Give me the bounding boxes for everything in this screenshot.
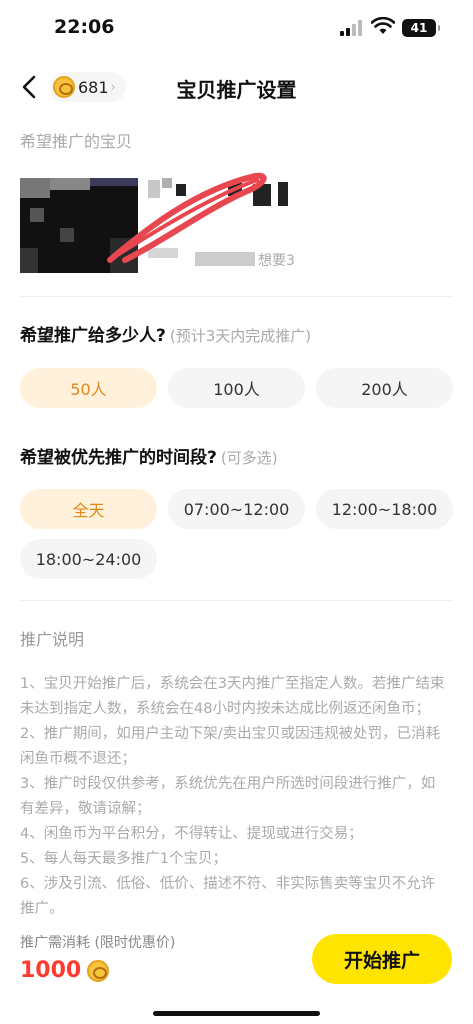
status-bar: 22:06 41 xyxy=(0,0,473,58)
people-option-100[interactable]: 100人 xyxy=(168,368,305,408)
people-option-200[interactable]: 200人 xyxy=(316,368,453,408)
description-body: 1、宝贝开始推广后，系统会在3天内推广至指定人数。若推广结束未达到指定人数，系统… xyxy=(20,672,445,922)
people-question-hint: (预计3天内完成推广) xyxy=(169,327,312,345)
time-question-hint: (可多选) xyxy=(220,449,278,467)
description-line: 5、每人每天最多推广1个宝贝； xyxy=(20,851,227,867)
people-question-text: 希望推广给多少人? xyxy=(20,326,166,346)
people-question: 希望推广给多少人? (预计3天内完成推广) xyxy=(20,321,311,346)
wifi-icon xyxy=(371,17,395,34)
description-line: 3、推广时段仅供参考，系统优先在用户所选时间段进行推广，如有差异，敬请谅解； xyxy=(20,776,436,817)
time-question-text: 希望被优先推广的时间段? xyxy=(20,448,217,468)
cost-value: 1000 xyxy=(20,958,110,983)
item-section-label: 希望推广的宝贝 xyxy=(20,132,133,151)
people-option-50[interactable]: 50人 xyxy=(20,368,157,408)
cost-label: 推广需消耗 (限时优惠价) xyxy=(20,935,176,951)
cost-amount: 1000 xyxy=(20,958,82,983)
xianyu-coin-icon xyxy=(87,959,110,982)
page-title: 宝贝推广设置 xyxy=(176,78,297,102)
time-question: 希望被优先推广的时间段? (可多选) xyxy=(20,443,278,468)
time-option-afternoon[interactable]: 12:00~18:00 xyxy=(316,489,453,529)
description-line: 1、宝贝开始推广后，系统会在3天内推广至指定人数。若推广结束未达到指定人数，系统… xyxy=(20,676,445,717)
description-line: 2、推广期间，如用户主动下架/卖出宝贝或因违规被处罚，已消耗闲鱼币概不退还； xyxy=(20,726,441,767)
description-line: 6、涉及引流、低俗、低价、描述不符、非实际售卖等宝贝不允许推广。 xyxy=(20,876,436,917)
redaction-scribble xyxy=(107,172,267,263)
divider xyxy=(20,600,453,601)
time-option-evening[interactable]: 18:00~24:00 xyxy=(20,539,157,579)
home-indicator xyxy=(153,1011,320,1016)
nav-bar: 681 › 宝贝推广设置 xyxy=(0,58,473,116)
signal-icon xyxy=(340,20,364,36)
bottom-bar: 推广需消耗 (限时优惠价) 1000 开始推广 xyxy=(0,924,473,1024)
time-option-morning[interactable]: 07:00~12:00 xyxy=(168,489,305,529)
description-line: 4、闲鱼币为平台积分，不得转让、提现或进行交易； xyxy=(20,826,363,842)
battery-level: 41 xyxy=(410,21,428,35)
start-promotion-button[interactable]: 开始推广 xyxy=(312,934,452,984)
time-option-all-day[interactable]: 全天 xyxy=(20,489,157,529)
description-title: 推广说明 xyxy=(20,630,85,649)
battery-icon: 41 xyxy=(402,19,440,37)
status-time: 22:06 xyxy=(54,16,115,38)
divider xyxy=(20,296,453,297)
